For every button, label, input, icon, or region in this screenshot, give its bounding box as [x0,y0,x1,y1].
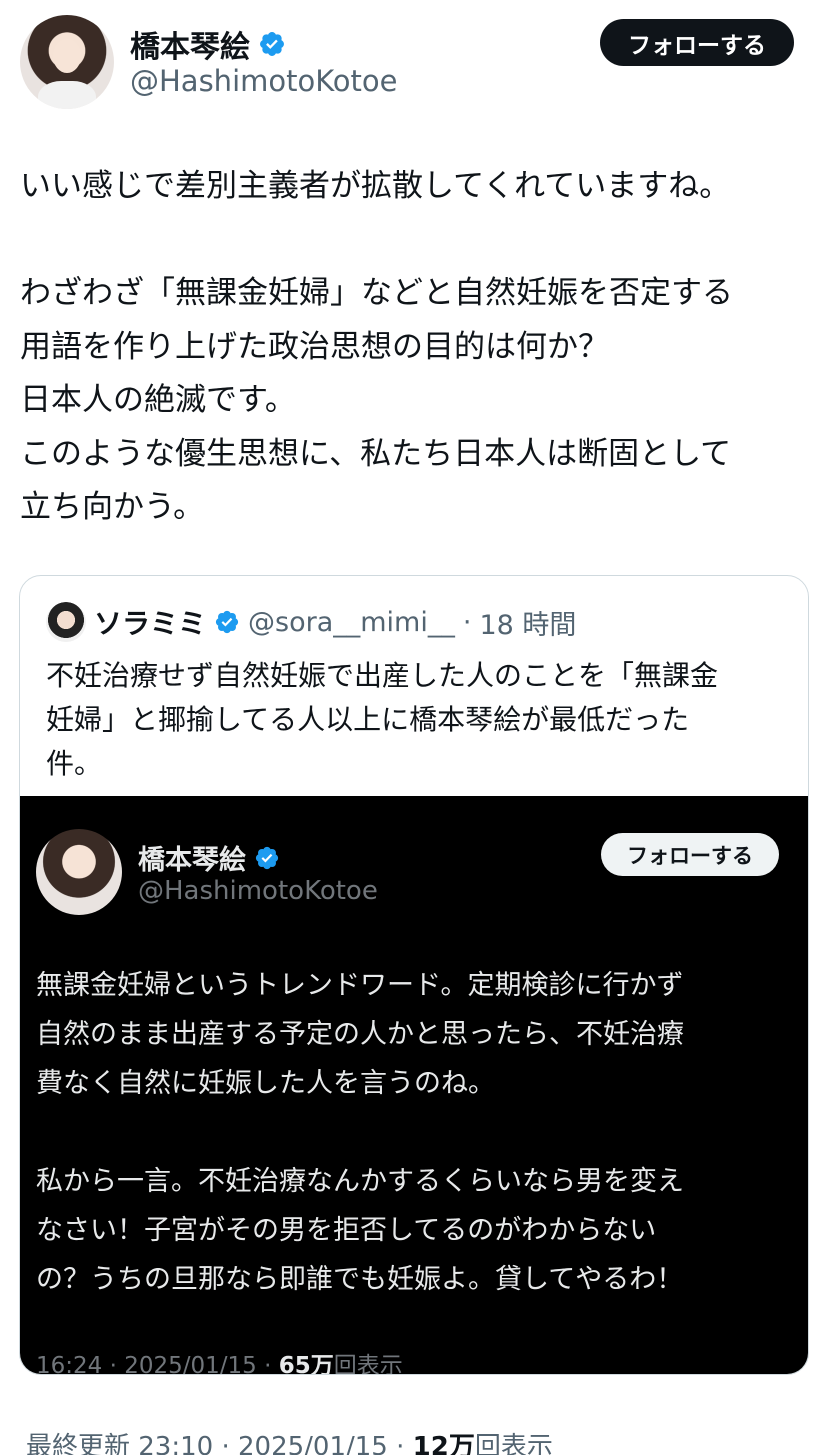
screenshot-display-name: 橋本琴絵 [138,845,246,876]
avatar-face [53,39,81,73]
quote-card[interactable]: ソラミミ @sora__mimi__ · 18 時間 不妊治療せず自然妊娠で出産… [19,575,809,1375]
author-display-name[interactable]: 橋本琴絵 [130,22,250,66]
screenshot-name-row: 橋本琴絵 [138,838,280,877]
tweet-text: いい感じで差別主義者が拡散してくれていますね。 わざわざ「無課金妊婦」などと自然… [20,168,733,525]
separator-dot: · [462,606,472,638]
follow-button[interactable]: フォローする [600,19,794,66]
screenshot-follow-button: フォローする [601,833,779,876]
author-handle[interactable]: @HashimotoKotoe [130,64,398,98]
screenshot-meta: 16:24 · 2025/01/15 · 65万回表示 [36,1346,403,1375]
author-name-row: 橋本琴絵 [130,22,286,66]
quote-author-handle[interactable]: @sora__mimi__ [248,607,455,638]
author-avatar[interactable] [20,15,114,109]
screenshot-text: 無課金妊婦というトレンドワード。定期検診に行かず 自然のまま出産する予定の人かと… [36,970,684,1295]
screenshot-views-count: 65万 [278,1353,334,1375]
screenshot-meta-time: 16:24 · 2025/01/15 · [36,1353,279,1375]
quote-attached-image[interactable]: 橋本琴絵 @HashimotoKotoe フォローする 無課金妊婦というトレンド… [20,796,808,1375]
tweet-meta: 最終更新 23:10 · 2025/01/15 · 12万回表示 [26,1426,553,1455]
tweet-views-suffix: 回表示 [474,1432,553,1455]
quote-text: 不妊治療せず自然妊娠で出産した人のことを「無課金 妊婦」と揶揄してる人以上に橋本… [46,659,719,780]
quote-author-avatar[interactable] [46,602,86,642]
screenshot-handle: @HashimotoKotoe [138,876,378,906]
quote-author-name[interactable]: ソラミミ [94,602,206,642]
verified-badge-icon [260,32,284,56]
verified-badge-icon [255,846,279,869]
avatar-body [38,81,96,109]
verified-badge-icon [215,610,239,634]
quote-timestamp[interactable]: 18 時間 [479,603,576,642]
quote-header: ソラミミ @sora__mimi__ · 18 時間 [46,602,576,642]
tweet-header: 橋本琴絵 @HashimotoKotoe フォローする [0,0,828,120]
screenshot-avatar [36,829,122,915]
tweet-meta-time: 最終更新 23:10 · 2025/01/15 · [26,1432,413,1455]
tweet-views-count[interactable]: 12万 [413,1432,475,1455]
screenshot-views-suffix: 回表示 [333,1353,403,1375]
